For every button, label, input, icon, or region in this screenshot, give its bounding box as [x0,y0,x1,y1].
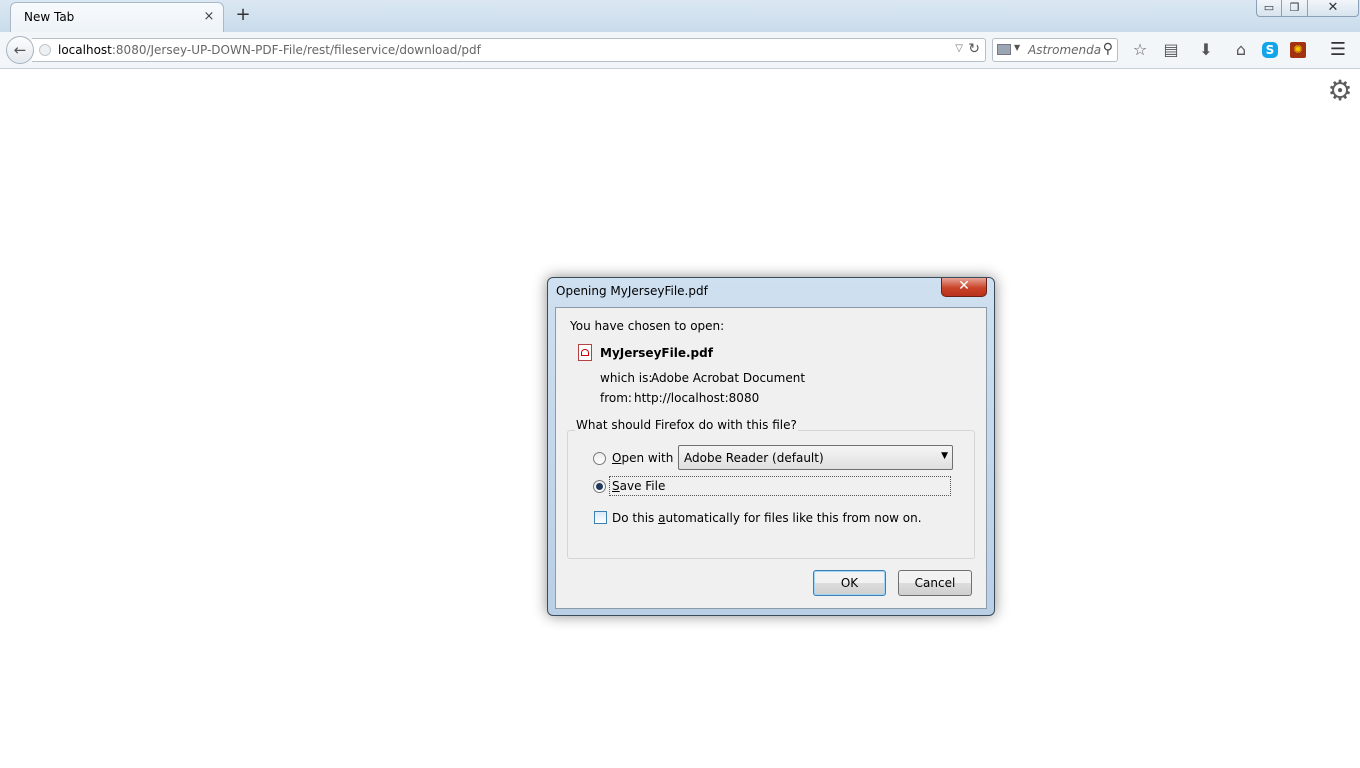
ok-button[interactable]: OK [813,570,886,596]
tab-close-icon[interactable]: × [201,9,217,25]
search-engine-icon[interactable] [997,44,1011,55]
download-icon[interactable]: ⬇ [1196,40,1216,60]
which-is-value: Adobe Acrobat Document [651,371,806,385]
file-name: MyJerseyFile.pdf [600,346,713,360]
extension-icon[interactable]: ✺ [1290,42,1306,58]
reload-icon[interactable]: ↻ [968,41,980,57]
open-with-label: Open with [612,451,674,465]
cancel-button[interactable]: Cancel [898,570,972,596]
minimize-button[interactable]: ▭ [1256,0,1282,17]
url-host: localhost [58,43,112,57]
search-go-icon[interactable]: ⚲ [1103,41,1113,57]
url-history-dropdown-icon[interactable]: ▽ [955,43,963,54]
reading-list-icon[interactable]: ▤ [1161,40,1181,60]
open-file-dialog: Opening MyJerseyFile.pdf ✕ You have chos… [547,277,995,616]
open-with-app-select[interactable]: Adobe Reader (default) ▼ [678,445,953,470]
dialog-close-button[interactable]: ✕ [941,278,987,297]
open-with-radio[interactable] [593,452,606,465]
search-engine-dropdown-icon[interactable]: ▼ [1014,43,1020,52]
url-path: :8080/Jersey-UP-DOWN-PDF-File/rest/files… [111,43,481,57]
home-icon[interactable]: ⌂ [1231,40,1251,60]
menu-icon[interactable]: ☰ [1328,40,1348,60]
action-group-label: What should Firefox do with this file? [575,418,798,432]
back-arrow-icon: ← [13,41,27,59]
dialog-title: Opening MyJerseyFile.pdf [556,284,708,298]
tab-title: New Tab [24,10,75,24]
search-bar[interactable]: ▼ Astromenda ⚲ [992,38,1118,62]
search-placeholder: Astromenda [1028,43,1102,57]
site-identity-icon[interactable] [39,44,51,56]
dialog-body: You have chosen to open: MyJerseyFile.pd… [555,307,987,609]
save-file-label[interactable]: Save File [612,479,665,493]
back-button[interactable]: ← [6,36,34,64]
which-is-label: which is: [600,371,653,385]
from-value: http://localhost:8080 [634,391,760,405]
url-text[interactable]: localhost:8080/Jersey-UP-DOWN-PDF-File/r… [58,43,481,57]
chevron-down-icon: ▼ [941,451,948,461]
intro-text: You have chosen to open: [570,319,725,333]
restore-button[interactable]: ❐ [1281,0,1308,17]
settings-gear-icon[interactable]: ⚙ [1326,77,1354,105]
new-tab-button[interactable]: + [233,5,253,25]
tab-new-tab[interactable]: New Tab × [10,2,224,32]
title-bar: New Tab × + ▭ ❐ ✕ [0,0,1360,32]
auto-action-label[interactable]: Do this automatically for files like thi… [612,511,922,525]
url-bar[interactable]: localhost:8080/Jersey-UP-DOWN-PDF-File/r… [32,38,986,62]
from-label: from: [600,391,632,405]
nav-bar: localhost:8080/Jersey-UP-DOWN-PDF-File/r… [0,32,1360,69]
window-close-button[interactable]: ✕ [1307,0,1359,17]
star-icon[interactable]: ☆ [1130,40,1150,60]
open-with-app-value: Adobe Reader (default) [684,451,824,465]
save-file-radio[interactable] [593,480,606,493]
skype-icon[interactable]: S [1262,42,1278,58]
auto-action-checkbox[interactable] [594,511,607,524]
pdf-file-icon [578,344,592,361]
